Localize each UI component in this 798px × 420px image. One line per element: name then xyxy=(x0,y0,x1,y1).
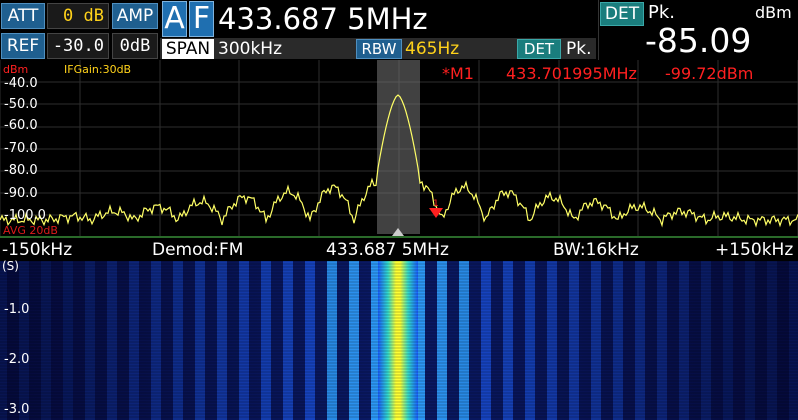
readout-value: -85.09 xyxy=(645,21,752,60)
freq-right-label: +150kHz xyxy=(715,240,794,260)
spectrum-y-tick: -80.0 xyxy=(4,163,38,178)
marker-triangle-label: 1 xyxy=(433,199,439,209)
spectrum-y-tick: -90.0 xyxy=(4,186,38,201)
ref-label[interactable]: REF xyxy=(1,33,45,59)
if-gain-label: IFGain:30dB xyxy=(64,63,132,76)
waterfall-y-tick: -3.0 xyxy=(4,402,30,417)
spectrum-y-tick: -40.0 xyxy=(4,76,38,91)
spectrum-y-tick: -100.0 xyxy=(4,208,46,223)
ref-value[interactable]: -30.0 xyxy=(47,33,109,59)
span-value[interactable]: 300kHz xyxy=(218,38,282,60)
att-label[interactable]: ATT xyxy=(1,3,45,29)
span-label[interactable]: SPAN xyxy=(162,39,214,59)
marker-label[interactable]: *M1 xyxy=(442,64,474,83)
amp-label[interactable]: AMP xyxy=(112,3,158,29)
demod-label[interactable]: Demod:FM xyxy=(152,239,243,261)
freq-left-label: -150kHz xyxy=(2,240,73,260)
center-frequency[interactable]: 433.687 5MHz xyxy=(218,0,428,38)
marker-highlight-band xyxy=(377,60,420,234)
waterfall-display[interactable] xyxy=(0,261,798,420)
mode-a-indicator[interactable]: A xyxy=(162,1,187,37)
mode-f-indicator[interactable]: F xyxy=(189,1,214,37)
waterfall-y-tick: -1.0 xyxy=(4,302,30,317)
rbw-label[interactable]: RBW xyxy=(356,39,402,59)
spectrum-y-tick: -70.0 xyxy=(4,141,38,156)
marker-frequency: 433.701995MHz xyxy=(506,64,637,83)
waterfall-unit: (S) xyxy=(2,259,19,273)
rbw-value[interactable]: 465Hz xyxy=(405,38,459,60)
spectrum-unit: dBm xyxy=(3,63,29,76)
readout-det-label[interactable]: DET xyxy=(600,2,644,26)
spectrum-y-tick: -60.0 xyxy=(4,118,38,133)
bw-label[interactable]: BW:16kHz xyxy=(553,239,639,261)
waterfall-y-tick: -2.0 xyxy=(4,352,30,367)
det-label[interactable]: DET xyxy=(517,39,561,59)
freq-center-label: 433.687 5MHz xyxy=(326,240,449,260)
spectrum-y-tick: -50.0 xyxy=(4,97,38,112)
readout-unit: dBm xyxy=(755,3,792,22)
att-value[interactable]: 0 dB xyxy=(47,3,109,29)
amp-value[interactable]: 0dB xyxy=(112,33,158,59)
marker-level: -99.72dBm xyxy=(665,64,754,83)
spectrum-plot[interactable]: 1 xyxy=(0,60,798,238)
avg-label: AVG 20dB xyxy=(3,224,58,237)
det-value[interactable]: Pk. xyxy=(566,38,592,60)
